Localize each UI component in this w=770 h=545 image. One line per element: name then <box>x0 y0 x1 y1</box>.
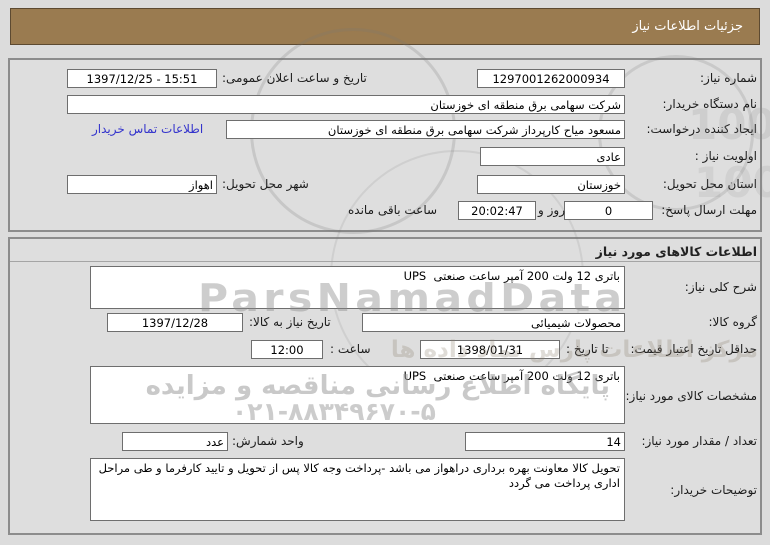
page-title: جزئیات اطلاعات نیاز <box>632 19 743 34</box>
specs-label: مشخصات کالای مورد نیاز: <box>625 389 757 403</box>
announce-datetime-label: تاریخ و ساعت اعلان عمومی: <box>222 71 367 85</box>
delivery-city-input[interactable] <box>67 175 217 194</box>
product-group-label: گروه کالا: <box>708 315 758 329</box>
delivery-province-label: استان محل تحویل: <box>662 177 757 191</box>
validity-hour-label: ساعت : <box>330 342 371 356</box>
priority-label: اولویت نیاز : <box>694 149 757 163</box>
need-details-page: جزئیات اطلاعات نیاز 1001 1001 شماره نیاز… <box>0 0 770 545</box>
deadline-days-input[interactable] <box>564 201 653 220</box>
quantity-label: تعداد / مقدار مورد نیاز: <box>641 434 757 448</box>
goods-section-title: اطلاعات کالاهای مورد نیاز <box>595 244 757 259</box>
request-creator-label: ایجاد کننده درخواست: <box>646 122 757 136</box>
need-date-label: تاریخ نیاز به کالا: <box>249 315 331 329</box>
buyer-contact-link[interactable]: اطلاعات تماس خریدار <box>92 120 203 139</box>
unit-input[interactable] <box>122 432 228 451</box>
unit-label: واحد شمارش: <box>232 434 304 448</box>
general-desc-label: شرح کلی نیاز: <box>684 280 757 294</box>
need-date-input[interactable] <box>107 313 243 332</box>
product-group-input[interactable] <box>362 313 625 332</box>
delivery-province-input[interactable] <box>477 175 625 194</box>
buyer-org-label: نام دستگاه خریدار: <box>662 97 758 111</box>
buyer-notes-label: توضیحات خریدار: <box>670 483 757 497</box>
validity-date-input[interactable] <box>420 340 560 359</box>
until-date-label: تا تاریخ : <box>566 342 609 356</box>
specs-textarea[interactable]: باتری 12 ولت 200 آمپر ساعت صنعتی UPS <box>90 366 625 424</box>
general-desc-textarea[interactable]: باتری 12 ولت 200 آمپر ساعت صنعتی UPS <box>90 266 625 309</box>
buyer-notes-textarea[interactable]: تحویل کالا معاونت بهره برداری دراهواز می… <box>90 458 625 521</box>
deadline-remaining-text: ساعت باقی مانده <box>348 203 438 217</box>
request-creator-input[interactable] <box>226 120 625 139</box>
deadline-time-input[interactable] <box>458 201 536 220</box>
buyer-org-input[interactable] <box>67 95 625 114</box>
page-title-bar: جزئیات اطلاعات نیاز <box>10 8 760 45</box>
price-validity-label: حداقل تاریخ اعتبار قیمت: <box>630 342 757 356</box>
announce-datetime-input[interactable] <box>67 69 217 88</box>
quantity-input[interactable] <box>465 432 625 451</box>
deadline-days-unit: روز و <box>538 203 565 217</box>
priority-input[interactable] <box>480 147 625 166</box>
need-number-label: شماره نیاز: <box>700 71 757 85</box>
validity-hour-input[interactable] <box>251 340 323 359</box>
response-deadline-label: مهلت ارسال پاسخ: <box>661 203 757 217</box>
section-divider <box>10 261 760 262</box>
need-number-input[interactable] <box>477 69 625 88</box>
delivery-city-label: شهر محل تحویل: <box>222 177 309 191</box>
